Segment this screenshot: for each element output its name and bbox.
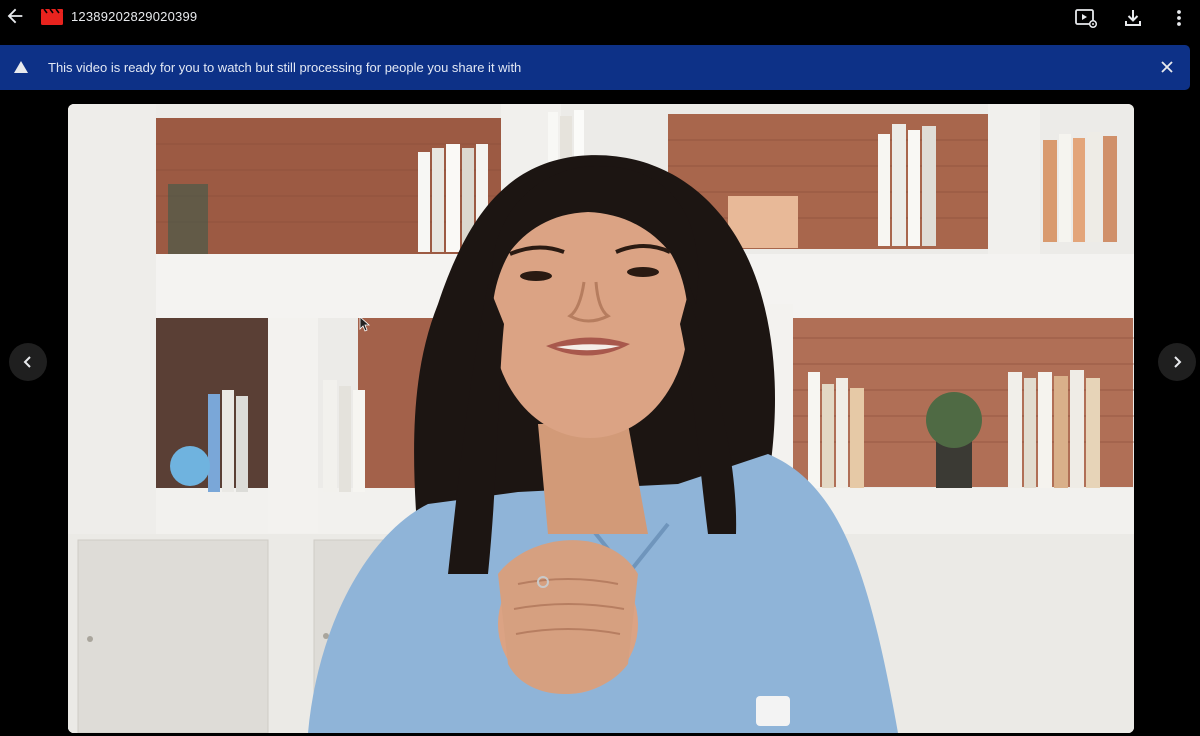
next-file-button[interactable] — [1158, 343, 1196, 381]
video-clapper-icon — [41, 8, 63, 25]
more-options-button[interactable] — [1167, 6, 1191, 30]
more-vert-icon — [1177, 10, 1181, 26]
top-bar: 12389202829020399 — [0, 0, 1200, 36]
arrow-left-icon — [7, 8, 23, 24]
chevron-right-icon — [1174, 356, 1182, 368]
warning-triangle-icon — [14, 61, 28, 73]
processing-banner: This video is ready for you to watch but… — [0, 45, 1190, 90]
video-settings-icon — [1075, 9, 1098, 29]
back-button[interactable] — [4, 5, 26, 27]
previous-file-button[interactable] — [9, 343, 47, 381]
video-frame — [68, 104, 1134, 733]
close-icon — [1161, 61, 1173, 73]
download-button[interactable] — [1121, 6, 1145, 30]
file-title: 12389202829020399 — [71, 9, 198, 24]
chevron-left-icon — [23, 356, 31, 368]
mouse-cursor-icon — [359, 316, 371, 332]
video-player[interactable] — [68, 104, 1134, 733]
download-icon — [1125, 10, 1141, 26]
banner-close-button[interactable] — [1157, 57, 1177, 77]
banner-message: This video is ready for you to watch but… — [48, 60, 522, 75]
open-in-player-button[interactable] — [1074, 6, 1098, 30]
